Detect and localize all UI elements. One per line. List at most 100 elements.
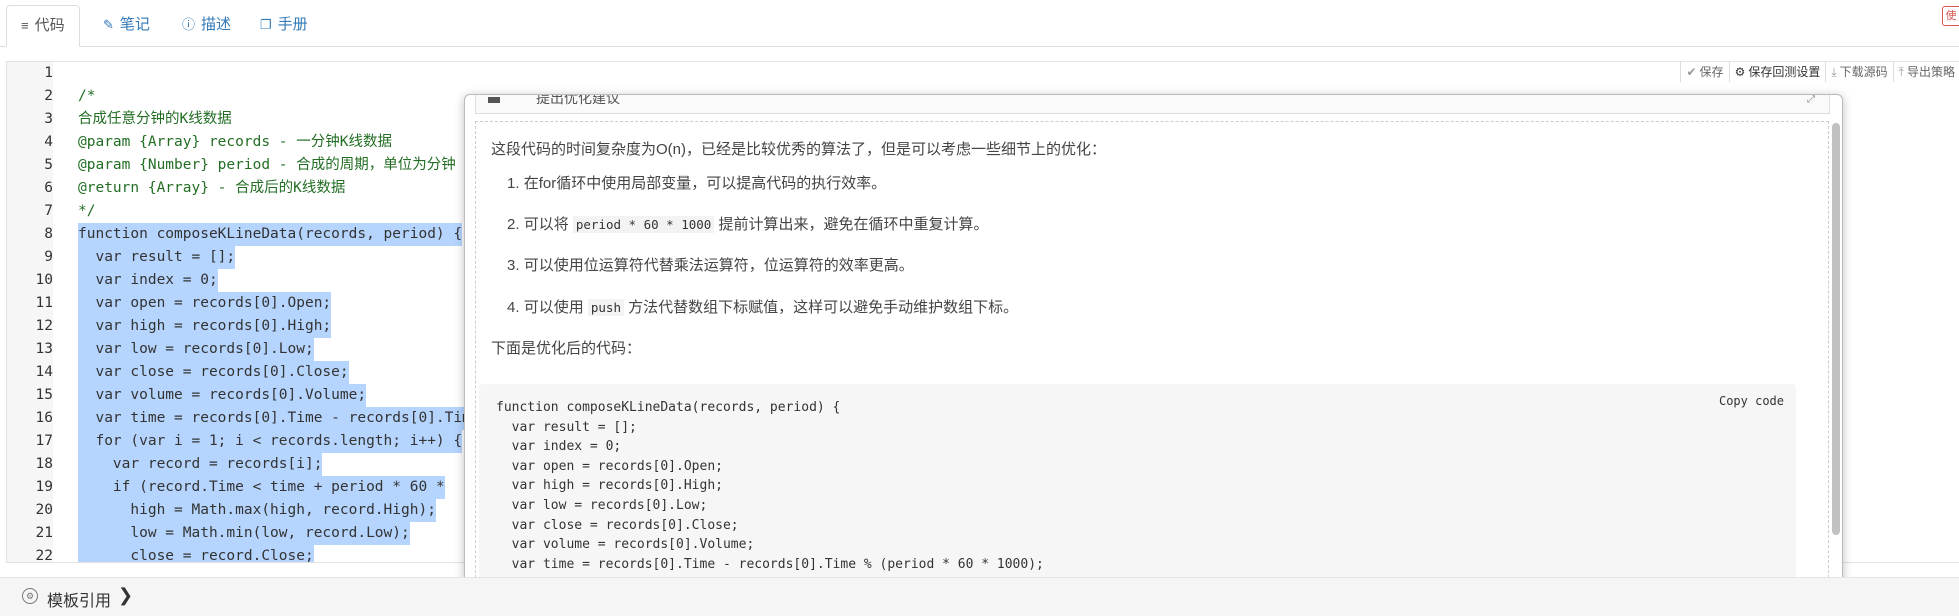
corner-badge[interactable]: 使 (1942, 6, 1959, 26)
optimization-popup: 提出优化建议 ⤢ 这段代码的时间复杂度为O(n)，已经是比较优秀的算法了，但是可… (464, 94, 1843, 598)
copy-code-button[interactable]: Copy code (1719, 394, 1784, 408)
download-label: 下载源码 (1839, 65, 1888, 79)
save-button[interactable]: ✔ 保存 (1680, 62, 1728, 82)
line-number: 18 (35, 456, 53, 472)
line-number: 7 (44, 203, 53, 219)
popup-body: 这段代码的时间复杂度为O(n)，已经是比较优秀的算法了，但是可以考虑一些细节上的… (475, 121, 1829, 597)
inline-code: period * 60 * 1000 (572, 216, 715, 233)
download-icon: ⤓ (1831, 65, 1837, 79)
expand-icon[interactable]: ⤢ (1807, 95, 1815, 105)
list-item: 4. 可以使用 push 方法代替数组下标赋值，这样可以避免手动维护数组下标。 (507, 296, 1018, 317)
item-text: 在for循环中使用局部变量，可以提高代码的执行效率。 (523, 175, 887, 192)
item-number: 1. (507, 175, 520, 192)
chevron-right-icon: ❯ (118, 585, 134, 605)
intro-text: 这段代码的时间复杂度为O(n)，已经是比较优秀的算法了，但是可以考虑一些细节上的… (491, 141, 1107, 158)
line-text: if (record.Time < time + period * 60 * (78, 476, 445, 499)
editor-toolbar: ✔ 保存 ⚙ 保存回测设置 ⤓ 下载源码 ⤒ 导出策略 (1680, 62, 1959, 82)
line-text: var record = records[i]; (78, 453, 323, 476)
tab-code[interactable]: ≡ 代码 (6, 5, 80, 47)
item-text: 可以使用 (523, 299, 584, 316)
item-text: 方法代替数组下标赋值，这样可以避免手动维护数组下标。 (628, 299, 1019, 316)
gear-icon: ⚙ (1734, 65, 1746, 79)
line-text: var close = records[0].Close; (78, 361, 349, 384)
code-block: Copy code function composeKLineData(reco… (479, 384, 1796, 591)
line-text: var volume = records[0].Volume; (78, 384, 367, 407)
line-number: 21 (35, 525, 53, 541)
download-source-button[interactable]: ⤓ 下载源码 (1825, 62, 1892, 82)
line-number: 16 (35, 410, 53, 426)
line-number: 15 (35, 387, 53, 403)
line-text: function composeKLineData(records, perio… (78, 223, 463, 246)
item-number: 3. (507, 257, 520, 274)
code-line[interactable]: 1 (7, 62, 1959, 85)
line-text: high = Math.max(high, record.High); (78, 499, 436, 522)
tab-label: 描述 (201, 16, 232, 33)
line-number: 8 (44, 226, 53, 242)
line-text: */ (78, 203, 96, 219)
tab-label: 手册 (277, 16, 308, 33)
line-text: var time = records[0].Time - records[0].… (78, 407, 480, 430)
line-text: var open = records[0].Open; (78, 292, 332, 315)
list-item: 1. 在for循环中使用局部变量，可以提高代码的执行效率。 (507, 172, 886, 193)
line-number: 3 (44, 111, 53, 127)
line-number: 22 (35, 548, 53, 563)
tab-description[interactable]: ⓘ 描述 (168, 5, 245, 45)
code-block-line: var high = records[0].High; (496, 478, 723, 494)
line-number: 13 (35, 341, 53, 357)
book-icon: ❐ (260, 17, 272, 32)
line-text: for (var i = 1; i < records.length; i++)… (78, 430, 463, 453)
line-text: var high = records[0].High; (78, 315, 332, 338)
item-number: 4. (507, 299, 520, 316)
line-number: 14 (35, 364, 53, 380)
template-reference-label: 模板引用 (47, 593, 112, 610)
line-text: var index = 0; (78, 269, 218, 292)
popup-header: 提出优化建议 ⤢ (475, 95, 1830, 114)
template-icon: ⚙ (22, 588, 38, 604)
item-text: 可以使用位运算符代替乘法运算符，位运算符的效率更高。 (523, 257, 914, 274)
popup-scrollbar[interactable] (1832, 123, 1840, 535)
line-text: var low = records[0].Low; (78, 338, 314, 361)
line-number: 12 (35, 318, 53, 334)
line-text: @param {Number} period - 合成的周期，单位为分钟 (78, 157, 456, 173)
line-number: 20 (35, 502, 53, 518)
chat-icon (488, 97, 500, 103)
tab-notes[interactable]: ✎ 笔记 (89, 5, 164, 45)
list-item: 2. 可以将 period * 60 * 1000 提前计算出来，避免在循环中重… (507, 213, 989, 234)
line-text: var result = []; (78, 246, 236, 269)
inline-code: push (587, 299, 624, 316)
check-icon: ✔ (1686, 65, 1697, 79)
line-text: close = record.Close; (78, 545, 314, 562)
line-text: 合成任意分钟的K线数据 (78, 111, 232, 127)
save-backtest-button[interactable]: ⚙ 保存回测设置 (1728, 62, 1826, 82)
line-number: 10 (35, 272, 53, 288)
line-number: 2 (44, 88, 53, 104)
line-number: 17 (35, 433, 53, 449)
code-intro-text: 下面是优化后的代码： (491, 340, 642, 357)
line-text: low = Math.min(low, record.Low); (78, 522, 410, 545)
tab-bar: ≡ 代码 ✎ 笔记 ⓘ 描述 ❐ 手册 使 (0, 0, 1959, 47)
export-label: 导出策略 (1906, 65, 1955, 79)
line-number: 11 (35, 295, 53, 311)
line-text: @return {Array} - 合成后的K线数据 (78, 180, 346, 196)
save-backtest-label: 保存回测设置 (1748, 65, 1821, 79)
template-reference-bar[interactable]: ⚙ 模板引用 ❯ (0, 577, 1959, 616)
info-icon: ⓘ (182, 17, 196, 32)
item-text: 可以将 (523, 216, 569, 233)
code-block-line: var result = []; (496, 419, 637, 435)
line-number: 19 (35, 479, 53, 495)
tab-manual[interactable]: ❐ 手册 (246, 5, 322, 45)
code-block-line: var volume = records[0].Volume; (496, 537, 755, 553)
code-block-line: var close = records[0].Close; (496, 517, 739, 533)
code-block-line: var open = records[0].Open; (496, 458, 723, 474)
tab-label: 笔记 (119, 16, 150, 33)
export-icon: ⤒ (1898, 65, 1904, 79)
line-text: /* (78, 88, 96, 104)
item-text: 提前计算出来，避免在循环中重复计算。 (718, 216, 989, 233)
code-block-line: function composeKLineData(records, perio… (496, 400, 841, 415)
export-strategy-button[interactable]: ⤒ 导出策略 (1892, 62, 1959, 82)
popup-title: 提出优化建议 (536, 94, 620, 106)
code-block-line: var index = 0; (496, 439, 622, 455)
line-number: 5 (44, 157, 53, 173)
line-number: 9 (44, 249, 53, 265)
line-text: @param {Array} records - 一分钟K线数据 (78, 134, 392, 150)
